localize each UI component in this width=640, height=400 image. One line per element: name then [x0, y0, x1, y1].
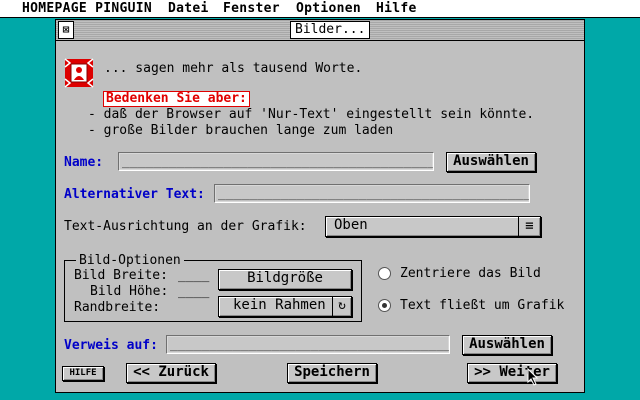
alt-text-label: Alternativer Text: — [64, 187, 205, 202]
back-button[interactable]: << Zurück — [126, 363, 216, 383]
bullet-text-only: - daß der Browser auf 'Nur-Text' eingest… — [88, 107, 535, 122]
warning-label: Bedenken Sie aber: — [103, 91, 250, 107]
group-title: Bild-Optionen — [76, 253, 184, 268]
width-value[interactable]: ____ — [178, 268, 209, 283]
alignment-dropdown[interactable]: Oben — [325, 216, 541, 237]
height-value[interactable]: ____ — [178, 284, 209, 299]
menu-fenster[interactable]: Fenster — [223, 1, 280, 16]
text-flow-radio[interactable] — [378, 299, 391, 312]
name-label: Name: — [64, 155, 104, 170]
menu-hilfe[interactable]: Hilfe — [376, 1, 417, 16]
cycle-icon[interactable]: ↻ — [332, 297, 351, 316]
link-select-button[interactable]: Auswählen — [462, 335, 552, 355]
menu-datei[interactable]: Datei — [168, 1, 209, 16]
name-input[interactable]: ________________________________________… — [118, 152, 434, 171]
window-title: Bilder... — [290, 21, 371, 39]
picture-frame-icon — [64, 58, 94, 88]
alt-text-input[interactable]: ________________________________________… — [214, 184, 530, 203]
alignment-selected-value: Oben — [334, 217, 368, 233]
image-size-button[interactable]: Bildgröße — [218, 269, 352, 290]
mouse-cursor-icon — [527, 367, 539, 386]
name-select-button[interactable]: Auswählen — [446, 152, 536, 172]
center-image-radio[interactable] — [378, 267, 391, 280]
help-button[interactable]: HILFE — [62, 366, 104, 381]
width-label: Bild Breite: — [74, 268, 168, 283]
dropdown-menu-icon[interactable]: ≡ — [518, 217, 540, 236]
center-image-label[interactable]: Zentriere das Bild — [400, 266, 541, 281]
save-button[interactable]: Speichern — [287, 363, 377, 383]
menu-bar: HOMEPAGE PINGUIN Datei Fenster Optionen … — [0, 0, 640, 18]
link-label: Verweis auf: — [64, 338, 158, 353]
menu-optionen[interactable]: Optionen — [296, 1, 361, 16]
border-width-label: Randbreite: — [74, 300, 161, 315]
close-icon[interactable]: ⊠ — [58, 21, 74, 39]
link-input[interactable]: ________________________________________… — [166, 335, 450, 354]
height-label: Bild Höhe: — [90, 284, 169, 299]
intro-headline: ... sagen mehr als tausend Worte. — [104, 61, 363, 76]
alignment-label: Text-Ausrichtung an der Grafik: — [64, 219, 307, 234]
text-flow-label[interactable]: Text fließt um Grafik — [400, 298, 564, 313]
bullet-large-images: - große Bilder brauchen lange zum laden — [88, 123, 394, 138]
next-button[interactable]: >> Weiter — [467, 363, 557, 383]
menu-app[interactable]: HOMEPAGE PINGUIN — [22, 1, 152, 16]
